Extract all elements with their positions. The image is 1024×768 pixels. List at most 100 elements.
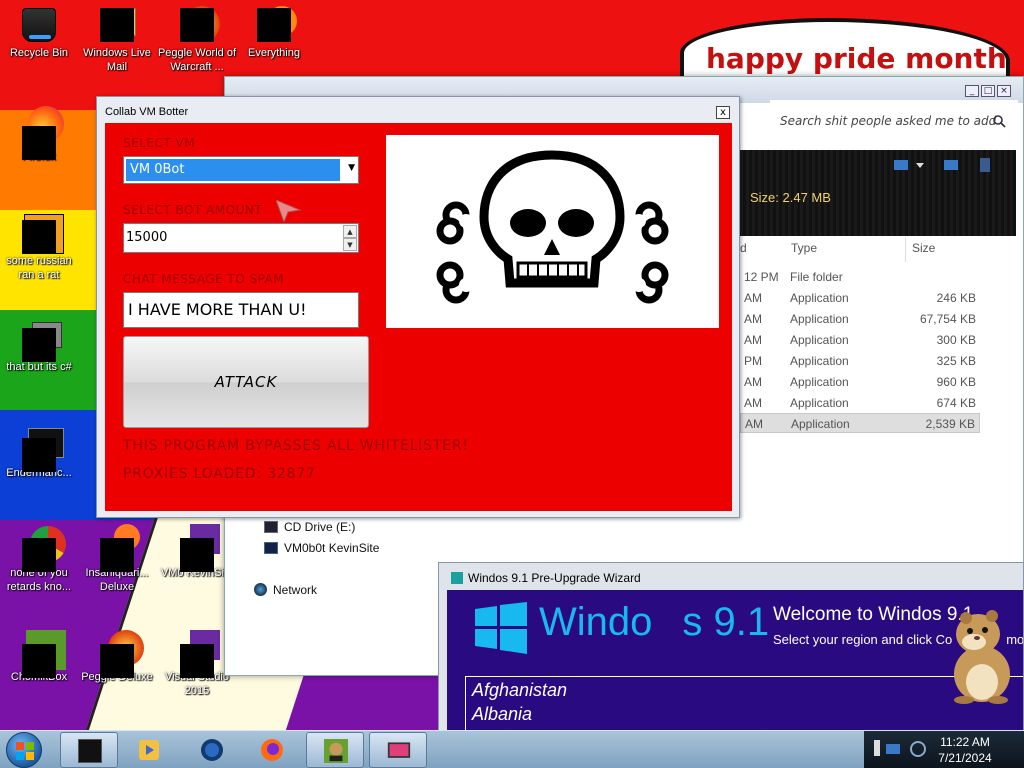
desktop-icon-label: Everything (248, 47, 300, 59)
bot-amount-value: 15000 (126, 230, 168, 245)
row-date: AM (745, 417, 763, 431)
row-type: Application (790, 291, 849, 305)
clock-time[interactable]: 11:22 AM (930, 735, 1000, 749)
row-size: 300 KB (936, 333, 976, 347)
everything-icon (257, 6, 297, 42)
mail-icon (100, 8, 136, 42)
row-size: 2,539 KB (925, 417, 975, 431)
table-row[interactable]: AM Application 67,754 KB (740, 309, 980, 329)
windows-flag-icon (16, 742, 34, 760)
desktop-icon-peggle-wow[interactable]: Peggle World of Warcraft ... (157, 6, 237, 74)
taskbar-button-media-player[interactable] (120, 732, 178, 768)
row-date: 12 PM (744, 270, 779, 284)
row-type: File folder (790, 270, 843, 284)
window-stack-icon (22, 322, 62, 362)
wordmark-part-1: Windo (539, 600, 653, 644)
visual-studio-icon (180, 630, 220, 678)
desktop-icon-label: Recycle Bin (9, 47, 69, 59)
desktop-icon-russian-rat[interactable]: some russian ran a rat (0, 214, 79, 282)
close-button[interactable]: x (716, 106, 730, 119)
view-options-icon[interactable] (890, 156, 990, 176)
table-row[interactable]: AM Application 300 KB (740, 330, 980, 350)
monitor-icon (387, 742, 411, 758)
row-type: Application (790, 354, 849, 368)
desktop-icon-endermanch[interactable]: Endermanc... (0, 428, 79, 480)
globe-icon (201, 739, 223, 761)
window-title: Collab VM Botter (105, 106, 189, 118)
tray-icons[interactable] (872, 738, 936, 762)
taskbar-button-explorer[interactable] (60, 732, 118, 768)
redacted-icon (257, 8, 291, 42)
close-button[interactable]: × (997, 85, 1011, 97)
skull-image-panel (386, 135, 719, 328)
nav-item-network[interactable]: Network (254, 583, 317, 597)
list-item[interactable]: Afghanistan (472, 680, 567, 701)
redacted-icon (180, 538, 214, 572)
hamster-box-icon (324, 739, 348, 763)
column-header-type[interactable]: Type (791, 241, 817, 255)
row-type: Application (790, 333, 849, 347)
start-button[interactable] (6, 732, 42, 768)
desktop-icon-recycle-bin[interactable]: Recycle Bin (0, 8, 79, 60)
taskbar: 11:22 AM 7/21/2024 (0, 730, 1024, 768)
firefox-icon (22, 106, 64, 160)
maximize-button[interactable]: □ (981, 85, 995, 97)
desktop-icon-peggle-deluxe[interactable]: Peggle Deluxe (77, 630, 157, 684)
firefox-icon (261, 739, 283, 761)
desktop-icon-chomikbox[interactable]: ChomikBox (0, 630, 79, 684)
desktop-icon-windows-live-mail[interactable]: Windows Live Mail (77, 8, 157, 74)
column-header-date[interactable]: d (740, 241, 747, 255)
row-size: 960 KB (936, 375, 976, 389)
desktop-icon-none-of-you[interactable]: none of you retards kno... (0, 526, 79, 594)
taskbar-button-wizard[interactable] (369, 732, 427, 768)
chat-message-input[interactable]: I HAVE MORE THAN U! (123, 292, 359, 328)
wizard-body: Windo s 9.1 Welcome to Windos 9.1 Select … (447, 590, 1023, 731)
list-item[interactable]: Albania (472, 704, 532, 725)
attack-button[interactable]: ATTACK (123, 336, 369, 428)
network-icon (254, 583, 267, 596)
table-row[interactable]: AM Application 246 KB (740, 288, 980, 308)
cursor-arrow-icon (276, 200, 302, 222)
bot-amount-stepper[interactable]: 15000 ▲ ▼ (123, 223, 359, 253)
table-row[interactable]: PM Application 325 KB (740, 351, 980, 371)
clock-date[interactable]: 7/21/2024 (930, 751, 1000, 765)
desktop-icon-firefox[interactable]: Firefox (0, 106, 79, 164)
taskbar-button-network[interactable] (183, 732, 241, 768)
wizard-titlebar[interactable]: Windos 9.1 Pre-Upgrade Wizard (451, 571, 641, 585)
nav-item-label: Network (273, 583, 318, 597)
visual-studio-icon (180, 524, 220, 572)
chat-message-label: CHAT MESSAGE TO SPAM (123, 272, 285, 286)
explorer-search-input[interactable]: Search shit people asked me to add (770, 100, 1018, 142)
row-date: PM (744, 354, 762, 368)
chevron-down-icon[interactable]: ▼ (348, 163, 355, 173)
taskbar-button-chomikbox[interactable] (306, 732, 364, 768)
table-row[interactable]: 12 PM File folder (740, 267, 980, 287)
stepper-down-button[interactable]: ▼ (343, 238, 357, 251)
region-listbox[interactable]: Afghanistan Albania (465, 676, 1023, 731)
desktop-icon-label: that but its c# (6, 361, 72, 373)
pre-upgrade-wizard-window[interactable]: Windos 9.1 Pre-Upgrade Wizard Windo s 9.1… (438, 562, 1024, 732)
network-drive-icon (264, 542, 278, 554)
stepper-up-button[interactable]: ▲ (343, 225, 357, 238)
table-row[interactable]: AM Application 674 KB (740, 393, 980, 413)
proxies-loaded-text: PROXIES LOADED: 32877 (123, 466, 316, 482)
nav-item-cd-drive[interactable]: CD Drive (E:) (264, 520, 355, 534)
redacted-icon (180, 644, 214, 678)
system-tray: 11:22 AM 7/21/2024 (864, 731, 1024, 768)
taskbar-button-firefox[interactable] (243, 732, 301, 768)
nav-item-kevinsite[interactable]: VM0b0t KevinSite (264, 541, 379, 555)
terminal-icon (22, 428, 64, 472)
table-row-selected[interactable]: AM Application 2,539 KB (740, 413, 980, 433)
desktop-icon-insaniquarium[interactable]: Insaniquari... Deluxe (77, 524, 157, 594)
column-header-size[interactable]: Size (912, 241, 935, 255)
redacted-icon (180, 8, 214, 42)
row-date: AM (744, 312, 762, 326)
vm-select-dropdown[interactable]: VM 0Bot ▼ (123, 156, 359, 184)
desktop-icon-csharp[interactable]: that but its c# (0, 322, 79, 374)
redacted-icon (22, 220, 56, 254)
table-row[interactable]: AM Application 960 KB (740, 372, 980, 392)
minimize-button[interactable]: _ (965, 85, 979, 97)
redacted-icon (22, 328, 56, 362)
desktop-icon-everything[interactable]: Everything (234, 6, 314, 60)
redacted-icon (22, 438, 56, 472)
